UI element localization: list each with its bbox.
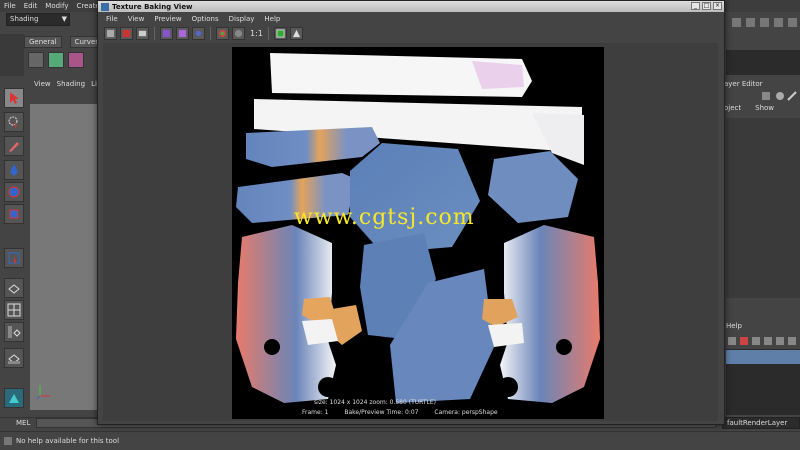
hud-status: Frame: 1 Bake/Preview Time: 0:07 Camera:…	[302, 409, 512, 416]
select-tool-icon[interactable]	[4, 88, 24, 108]
exposure-icon[interactable]	[289, 27, 303, 40]
uv-shell-white-left	[302, 319, 338, 345]
uv-shell-right	[488, 151, 578, 223]
viewport-menu-shading[interactable]: Shading	[57, 80, 85, 90]
baked-texture-image: www.cgtsj.com size: 1024 x 1024 zoom: 0.…	[232, 47, 604, 419]
viewport-menubar: View Shading Li	[30, 80, 100, 90]
manipulator-tool-icon[interactable]	[4, 248, 24, 268]
tbv-menu-view[interactable]: View	[128, 15, 145, 23]
window-title: Texture Baking View	[112, 2, 193, 11]
paint-tool-icon[interactable]	[4, 136, 24, 156]
render-layer-toolbar	[726, 334, 800, 348]
maya-workspace: File Edit Modify Create Shading ▼ Genera…	[0, 0, 800, 450]
keep-image-icon[interactable]	[160, 27, 173, 40]
shelf-icons	[24, 50, 100, 72]
toolbox	[0, 84, 28, 414]
tbv-menubar: File View Preview Options Display Help	[98, 13, 724, 24]
shader-icon[interactable]	[68, 52, 84, 68]
tbv-menu-help[interactable]: Help	[264, 15, 280, 23]
window-titlebar[interactable]: Texture Baking View _ □ ×	[98, 1, 724, 12]
uv-hole	[264, 339, 280, 355]
shelf-tab-general[interactable]: General	[24, 36, 62, 48]
uv-shell-white-right	[488, 323, 524, 347]
tbv-menu-display[interactable]: Display	[229, 15, 255, 23]
help-line-text: No help available for this tool	[16, 437, 120, 445]
snapshot-icon[interactable]	[136, 27, 149, 40]
menuset-select[interactable]: Shading ▼	[6, 13, 70, 26]
hud-frame: Frame: 1	[302, 409, 329, 416]
scale-tool-icon[interactable]	[4, 204, 24, 224]
close-icon[interactable]: ×	[713, 2, 722, 10]
display-icon[interactable]	[273, 27, 287, 40]
hud-camera: Camera: perspShape	[434, 409, 498, 416]
watermark-text: www.cgtsj.com	[294, 205, 475, 230]
help-line-icon	[4, 437, 12, 445]
graph-layout-icon[interactable]	[4, 348, 24, 368]
help-line-bar	[0, 431, 800, 450]
layer-tab-object[interactable]: oject	[724, 104, 741, 112]
uv-hole	[318, 377, 338, 397]
menu-modify[interactable]: Modify	[45, 2, 68, 10]
single-layout-icon[interactable]	[4, 278, 24, 298]
chevron-down-icon: ▼	[61, 15, 67, 23]
four-view-layout-icon[interactable]	[4, 300, 24, 320]
remove-image-icon[interactable]	[176, 27, 189, 40]
redo-preview-icon[interactable]	[104, 27, 117, 40]
menu-file[interactable]: File	[4, 2, 16, 10]
stereo-icon[interactable]	[192, 27, 205, 40]
shelf-gutter	[0, 34, 24, 76]
toolbar-separator	[267, 27, 269, 40]
tbv-toolbar: 1:1	[98, 25, 724, 42]
tbv-menu-file[interactable]: File	[106, 15, 118, 23]
app-icon	[101, 2, 109, 11]
viewport-menu-view[interactable]: View	[34, 80, 51, 90]
menu-edit[interactable]: Edit	[24, 2, 38, 10]
mel-label[interactable]: MEL	[16, 419, 30, 427]
real-size-button[interactable]: 1:1	[250, 29, 263, 38]
viewport-icon-bar	[30, 91, 100, 103]
render-region-icon[interactable]	[120, 27, 133, 40]
hud-bake-time: Bake/Preview Time: 0:07	[344, 409, 419, 416]
tbv-menu-options[interactable]: Options	[192, 15, 219, 23]
channel-box-header	[726, 50, 800, 75]
axis-gizmo-icon	[36, 382, 52, 400]
toolbar-separator	[154, 27, 155, 40]
minimize-icon[interactable]: _	[691, 2, 700, 10]
menuset-select-value: Shading	[10, 15, 39, 23]
shelf-tabs: General Curves	[24, 36, 104, 48]
render-layer-selected-row[interactable]	[726, 350, 800, 364]
tbv-menu-preview[interactable]: Preview	[154, 15, 181, 23]
cube-icon[interactable]	[28, 52, 44, 68]
perspective-viewport[interactable]	[30, 104, 98, 410]
move-tool-icon[interactable]	[4, 160, 24, 180]
lasso-tool-icon[interactable]	[4, 112, 24, 132]
tbv-viewport[interactable]: www.cgtsj.com size: 1024 x 1024 zoom: 0.…	[103, 43, 718, 421]
hud-size-zoom: size: 1024 x 1024 zoom: 0.580 (TURTLE)	[314, 399, 436, 406]
rotate-tool-icon[interactable]	[4, 182, 24, 202]
maximize-icon[interactable]: □	[702, 2, 711, 10]
texture-baking-window: Texture Baking View _ □ × File View Prev…	[97, 0, 725, 425]
curve-tool-icon[interactable]	[48, 52, 64, 68]
layer-editor-toolbar	[760, 90, 800, 102]
layer-list[interactable]	[726, 118, 800, 298]
uv-texture-map	[236, 53, 600, 403]
outliner-layout-icon[interactable]	[4, 322, 24, 342]
uv-shell-strip-blue-1	[246, 127, 380, 167]
alpha-channel-icon[interactable]	[232, 27, 245, 40]
help-menu[interactable]: Help	[726, 322, 742, 330]
window-controls: _ □ ×	[691, 2, 722, 10]
layer-editor-tabs: oject Show	[724, 104, 774, 112]
layer-editor-title: ayer Editor	[724, 80, 763, 88]
rgb-channels-icon[interactable]	[216, 27, 229, 40]
status-line-icons	[726, 14, 800, 32]
uv-hole	[556, 339, 572, 355]
uv-hole	[498, 377, 518, 397]
default-render-layer-field[interactable]: faultRenderLayer	[722, 417, 800, 429]
toolbar-separator	[210, 27, 211, 40]
render-view-icon[interactable]	[4, 388, 24, 408]
layer-tab-show[interactable]: Show	[755, 104, 774, 112]
